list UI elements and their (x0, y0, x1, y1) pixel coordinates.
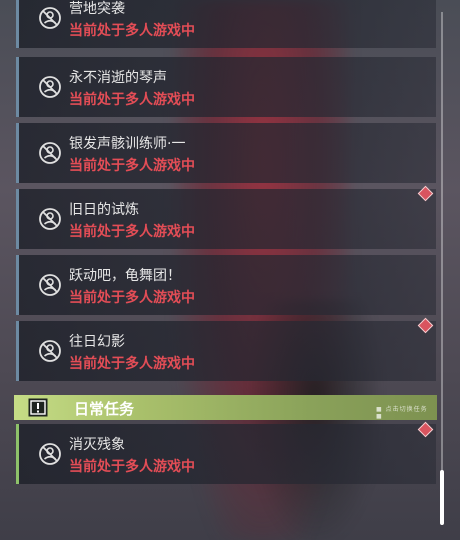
scrollbar-track[interactable] (441, 12, 443, 525)
quest-row[interactable]: 往日幻影 当前处于多人游戏中 (16, 321, 436, 381)
quest-status: 当前处于多人游戏中 (69, 158, 195, 174)
quest-row-accent (16, 0, 19, 48)
quest-status: 当前处于多人游戏中 (69, 356, 195, 372)
multiplayer-lock-icon (39, 7, 61, 29)
quest-status: 当前处于多人游戏中 (69, 224, 195, 240)
quest-status: 当前处于多人游戏中 (69, 23, 195, 39)
quest-row-accent (16, 189, 19, 249)
quest-row[interactable]: 银发声骸训练师·一 当前处于多人游戏中 (16, 123, 436, 183)
multiplayer-lock-icon (39, 443, 61, 465)
quest-title: 营地突袭 (69, 1, 125, 17)
daily-quests-hint: ■ 点击切换任务 ■ (376, 406, 428, 420)
alert-icon (28, 398, 48, 417)
quest-title: 消灭残象 (69, 437, 125, 453)
quest-row-accent (16, 57, 19, 117)
multiplayer-lock-icon (39, 208, 61, 230)
scrollbar-thumb[interactable] (440, 470, 444, 525)
multiplayer-lock-icon (39, 142, 61, 164)
quest-title: 旧日的试炼 (69, 202, 139, 218)
quest-row-accent (16, 321, 19, 381)
quest-title: 往日幻影 (69, 334, 125, 350)
quest-row-accent (16, 123, 19, 183)
multiplayer-lock-icon (39, 274, 61, 296)
quest-row[interactable]: 营地突袭 当前处于多人游戏中 (16, 0, 436, 48)
quest-status: 当前处于多人游戏中 (69, 92, 195, 108)
quest-title: 跃动吧，龟舞团！ (69, 268, 181, 284)
quest-row[interactable]: 旧日的试炼 当前处于多人游戏中 (16, 189, 436, 249)
quest-row-accent (16, 424, 19, 484)
quest-list: 营地突袭 当前处于多人游戏中 永不消逝的琴声 当前处于多人游戏中 银发声骸训练师… (0, 0, 440, 540)
daily-quests-header[interactable]: 日常任务 ■ 点击切换任务 ■ (14, 395, 437, 420)
multiplayer-lock-icon (39, 76, 61, 98)
daily-quest-row[interactable]: 消灭残象 当前处于多人游戏中 (16, 424, 436, 484)
quest-row-accent (16, 255, 19, 315)
quest-status: 当前处于多人游戏中 (69, 290, 195, 306)
quest-row[interactable]: 跃动吧，龟舞团！ 当前处于多人游戏中 (16, 255, 436, 315)
quest-row[interactable]: 永不消逝的琴声 当前处于多人游戏中 (16, 57, 436, 117)
quest-status: 当前处于多人游戏中 (69, 459, 195, 475)
multiplayer-lock-icon (39, 340, 61, 362)
quest-title: 永不消逝的琴声 (69, 70, 167, 86)
daily-quests-title: 日常任务 (74, 400, 135, 418)
quest-title: 银发声骸训练师·一 (69, 136, 186, 152)
